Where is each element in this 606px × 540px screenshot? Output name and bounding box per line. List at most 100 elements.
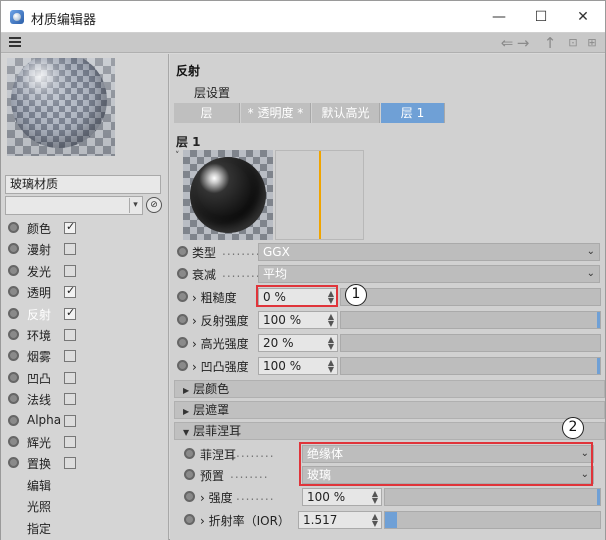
picker-icon[interactable]: ⊘ bbox=[146, 197, 162, 213]
channel-radio[interactable] bbox=[8, 350, 19, 362]
channel-checkbox[interactable] bbox=[64, 393, 76, 406]
ior-input[interactable]: 1.517 ▲ ▼ bbox=[298, 511, 382, 529]
reflection-strength-slider[interactable] bbox=[340, 311, 601, 329]
channel-radio[interactable] bbox=[8, 286, 19, 298]
channel-radio[interactable] bbox=[8, 307, 19, 319]
channel-radio[interactable] bbox=[8, 457, 19, 469]
channel-checkbox[interactable] bbox=[64, 457, 76, 470]
channel-checkbox[interactable] bbox=[64, 371, 76, 384]
fresnel-strength-input[interactable]: 100 % ▲ ▼ bbox=[302, 488, 382, 506]
specular-strength-slider[interactable] bbox=[340, 334, 601, 352]
spinner-icon[interactable]: ▲ ▼ bbox=[327, 313, 335, 328]
spinner-icon[interactable]: ▲ ▼ bbox=[327, 336, 335, 351]
channel-item[interactable]: 光照 bbox=[1, 496, 167, 516]
type-dropdown[interactable]: GGX ⌄ bbox=[258, 243, 600, 261]
tab-layer-1[interactable]: 层 1 bbox=[381, 103, 445, 123]
reflection-strength-input[interactable]: 100 % ▲ ▼ bbox=[258, 311, 338, 329]
channel-label: 编辑 bbox=[27, 478, 52, 493]
animate-radio[interactable] bbox=[184, 469, 195, 480]
slider-fill bbox=[385, 512, 397, 528]
callout-2: 2 bbox=[562, 417, 584, 439]
channel-item[interactable]: 置换 bbox=[1, 453, 167, 473]
animate-radio[interactable] bbox=[177, 360, 188, 371]
channel-checkbox[interactable] bbox=[64, 306, 76, 320]
close-button[interactable]: ✕ bbox=[569, 5, 597, 29]
channel-item[interactable]: 编辑 bbox=[1, 475, 167, 495]
animate-radio[interactable] bbox=[177, 314, 188, 325]
channel-checkbox[interactable] bbox=[64, 284, 76, 299]
channel-radio[interactable] bbox=[8, 393, 19, 405]
fresnel-strength-row: › 强度 ........ 100 % ▲ ▼ bbox=[170, 486, 605, 508]
channel-checkbox[interactable] bbox=[64, 350, 76, 363]
layer-color-group[interactable]: ▶ 层颜色 bbox=[174, 380, 605, 398]
channel-radio[interactable] bbox=[8, 329, 19, 340]
roughness-highlight-box bbox=[256, 285, 338, 307]
collapse-triangle-icon: ▼ bbox=[183, 428, 190, 437]
material-preview[interactable] bbox=[7, 58, 115, 156]
channel-item[interactable]: 法线 bbox=[1, 389, 167, 409]
layer-fresnel-group[interactable]: ▼ 层菲涅耳 bbox=[174, 422, 605, 440]
maximize-button[interactable]: ☐ bbox=[527, 5, 555, 29]
forward-arrow-icon[interactable]: → bbox=[515, 33, 531, 53]
tab-layer[interactable]: 层 bbox=[174, 103, 240, 123]
back-arrow-icon[interactable]: ⇐ bbox=[498, 33, 516, 53]
channel-item[interactable]: 漫射 bbox=[1, 239, 167, 259]
channel-label: 光照 bbox=[27, 500, 52, 515]
animate-radio[interactable] bbox=[177, 246, 188, 257]
channel-checkbox[interactable] bbox=[64, 329, 76, 341]
channel-checkbox[interactable] bbox=[64, 414, 76, 427]
specular-strength-input[interactable]: 20 % ▲ ▼ bbox=[258, 334, 338, 352]
hamburger-menu-icon[interactable] bbox=[9, 37, 21, 48]
animate-radio[interactable] bbox=[184, 491, 195, 502]
slider-end-mark bbox=[597, 489, 600, 505]
spinner-icon[interactable]: ▲ ▼ bbox=[371, 490, 379, 505]
spinner-icon[interactable]: ▲ ▼ bbox=[371, 513, 379, 528]
material-name-field[interactable]: 玻璃材质 bbox=[5, 175, 161, 194]
collapse-chevron-icon[interactable]: ˅ bbox=[175, 151, 180, 161]
minimize-button[interactable]: — bbox=[485, 5, 513, 29]
animate-radio[interactable] bbox=[177, 291, 188, 302]
spinner-icon[interactable]: ▲ ▼ bbox=[327, 359, 335, 374]
channel-label: 发光 bbox=[27, 264, 52, 279]
channel-item[interactable]: Alpha bbox=[1, 411, 167, 431]
layer-mask-group[interactable]: ▶ 层遮罩 bbox=[174, 401, 605, 419]
channel-radio[interactable] bbox=[8, 436, 19, 447]
channel-item[interactable]: 指定 bbox=[1, 518, 167, 538]
animate-radio[interactable] bbox=[184, 448, 195, 459]
animate-radio[interactable] bbox=[177, 337, 188, 348]
channel-item[interactable]: 反射 bbox=[1, 304, 167, 324]
animate-radio[interactable] bbox=[177, 268, 188, 279]
channel-checkbox[interactable] bbox=[64, 264, 76, 277]
channel-item[interactable]: 凹凸 bbox=[1, 368, 167, 388]
channel-radio[interactable] bbox=[8, 371, 19, 383]
attenuation-dropdown[interactable]: 平均 ⌄ bbox=[258, 265, 600, 283]
channel-item[interactable]: 烟雾 bbox=[1, 346, 167, 366]
material-dropdown[interactable]: ▾ bbox=[5, 196, 143, 215]
channel-item[interactable]: 发光 bbox=[1, 261, 167, 281]
channel-checkbox[interactable] bbox=[64, 436, 76, 448]
tab-transparency[interactable]: * 透明度 * bbox=[241, 103, 311, 123]
channel-radio[interactable] bbox=[8, 243, 19, 255]
new-window-icon[interactable]: ⊞ bbox=[584, 33, 600, 53]
channel-item[interactable]: 透明 bbox=[1, 282, 167, 302]
channel-radio[interactable] bbox=[8, 222, 19, 233]
channel-item[interactable]: 颜色 bbox=[1, 218, 167, 238]
channel-radio[interactable] bbox=[8, 264, 19, 276]
bump-strength-input[interactable]: 100 % ▲ ▼ bbox=[258, 357, 338, 375]
label-dots: ........ bbox=[230, 467, 269, 481]
roughness-slider[interactable] bbox=[340, 288, 601, 306]
ior-slider[interactable] bbox=[384, 511, 601, 529]
animate-radio[interactable] bbox=[184, 514, 195, 525]
up-arrow-icon[interactable]: ↑ bbox=[542, 33, 558, 53]
channel-item[interactable]: 辉光 bbox=[1, 432, 167, 452]
fresnel-strength-slider[interactable] bbox=[384, 488, 601, 506]
channel-label: 辉光 bbox=[27, 436, 52, 450]
channel-radio[interactable] bbox=[8, 414, 19, 426]
channel-checkbox[interactable] bbox=[64, 220, 76, 234]
label-dots: ........ bbox=[236, 489, 275, 503]
tab-default-specular[interactable]: 默认高光 bbox=[312, 103, 380, 123]
bump-strength-slider[interactable] bbox=[340, 357, 601, 375]
channel-checkbox[interactable] bbox=[64, 243, 76, 256]
lock-icon[interactable]: ⊡ bbox=[565, 33, 581, 53]
channel-item[interactable]: 环境 bbox=[1, 325, 167, 345]
